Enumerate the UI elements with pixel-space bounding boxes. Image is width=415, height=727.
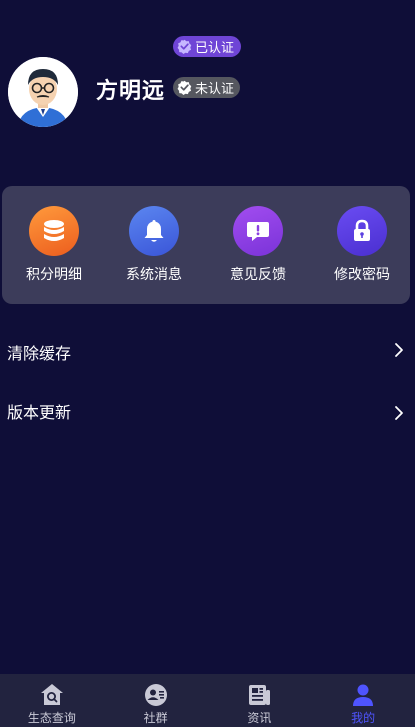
feedback-label: 意见反馈 (230, 267, 286, 283)
system-messages-label: 系统消息 (126, 267, 182, 283)
unverified-check-icon (177, 80, 192, 95)
chevron-right-icon (393, 342, 405, 358)
change-password-button[interactable]: 修改密码 (310, 206, 414, 284)
coins-stack-icon (29, 206, 79, 256)
community-icon (143, 682, 169, 708)
avatar[interactable] (8, 57, 78, 127)
tab-community[interactable]: 社群 (104, 674, 208, 727)
system-messages-button[interactable]: 系统消息 (102, 206, 206, 284)
tab-ecology-query-label: 生态查询 (27, 711, 76, 725)
user-icon (350, 682, 376, 708)
clear-cache-label: 清除缓存 (7, 344, 72, 363)
tab-news[interactable]: 资讯 (208, 674, 312, 727)
feedback-message-icon (233, 206, 283, 256)
tab-community-label: 社群 (143, 711, 168, 725)
version-update-row[interactable]: 版本更新 (0, 389, 415, 429)
bottom-tab-bar: 生态查询 社群 资讯 我的 (0, 674, 415, 727)
verified-badge-label: 已认证 (195, 41, 235, 56)
verified-check-icon (177, 39, 192, 54)
unverified-badge[interactable]: 未认证 (173, 77, 241, 98)
lock-icon (337, 206, 387, 256)
home-search-icon (39, 682, 65, 708)
quick-actions-card: 积分明细 系统消息 意见反馈 修改密码 (2, 186, 410, 304)
feedback-button[interactable]: 意见反馈 (206, 206, 310, 284)
points-detail-label: 积分明细 (26, 267, 82, 283)
version-update-label: 版本更新 (7, 403, 72, 422)
verified-badge: 已认证 (173, 36, 242, 57)
unverified-badge-label: 未认证 (195, 82, 235, 97)
tab-mine[interactable]: 我的 (311, 674, 415, 727)
chevron-right-icon (393, 405, 405, 421)
change-password-label: 修改密码 (334, 267, 390, 283)
bell-icon (129, 206, 179, 256)
user-name: 方明远 (96, 79, 166, 104)
news-icon (246, 682, 272, 708)
tab-news-label: 资讯 (247, 711, 272, 725)
clear-cache-row[interactable]: 清除缓存 (0, 330, 415, 370)
tab-mine-label: 我的 (351, 711, 376, 725)
points-detail-button[interactable]: 积分明细 (2, 206, 106, 284)
tab-ecology-query[interactable]: 生态查询 (0, 674, 104, 727)
